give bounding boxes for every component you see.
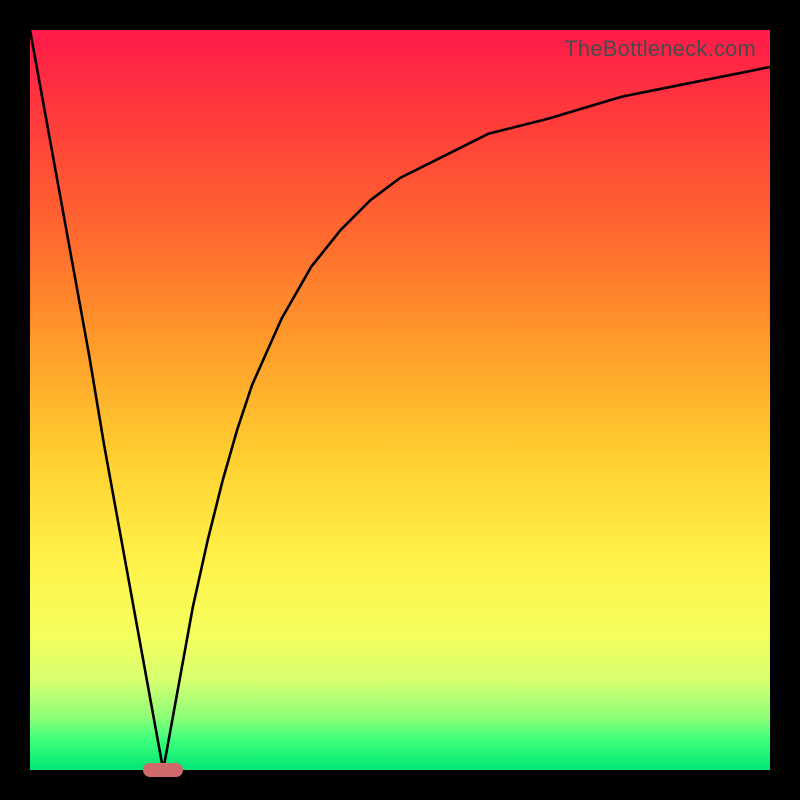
curve-overlay xyxy=(30,30,770,770)
plot-area: TheBottleneck.com xyxy=(30,30,770,770)
bottleneck-curve-left xyxy=(30,30,163,770)
optimal-point-marker xyxy=(143,763,183,777)
chart-frame: TheBottleneck.com xyxy=(0,0,800,800)
bottleneck-curve-right xyxy=(163,67,770,770)
